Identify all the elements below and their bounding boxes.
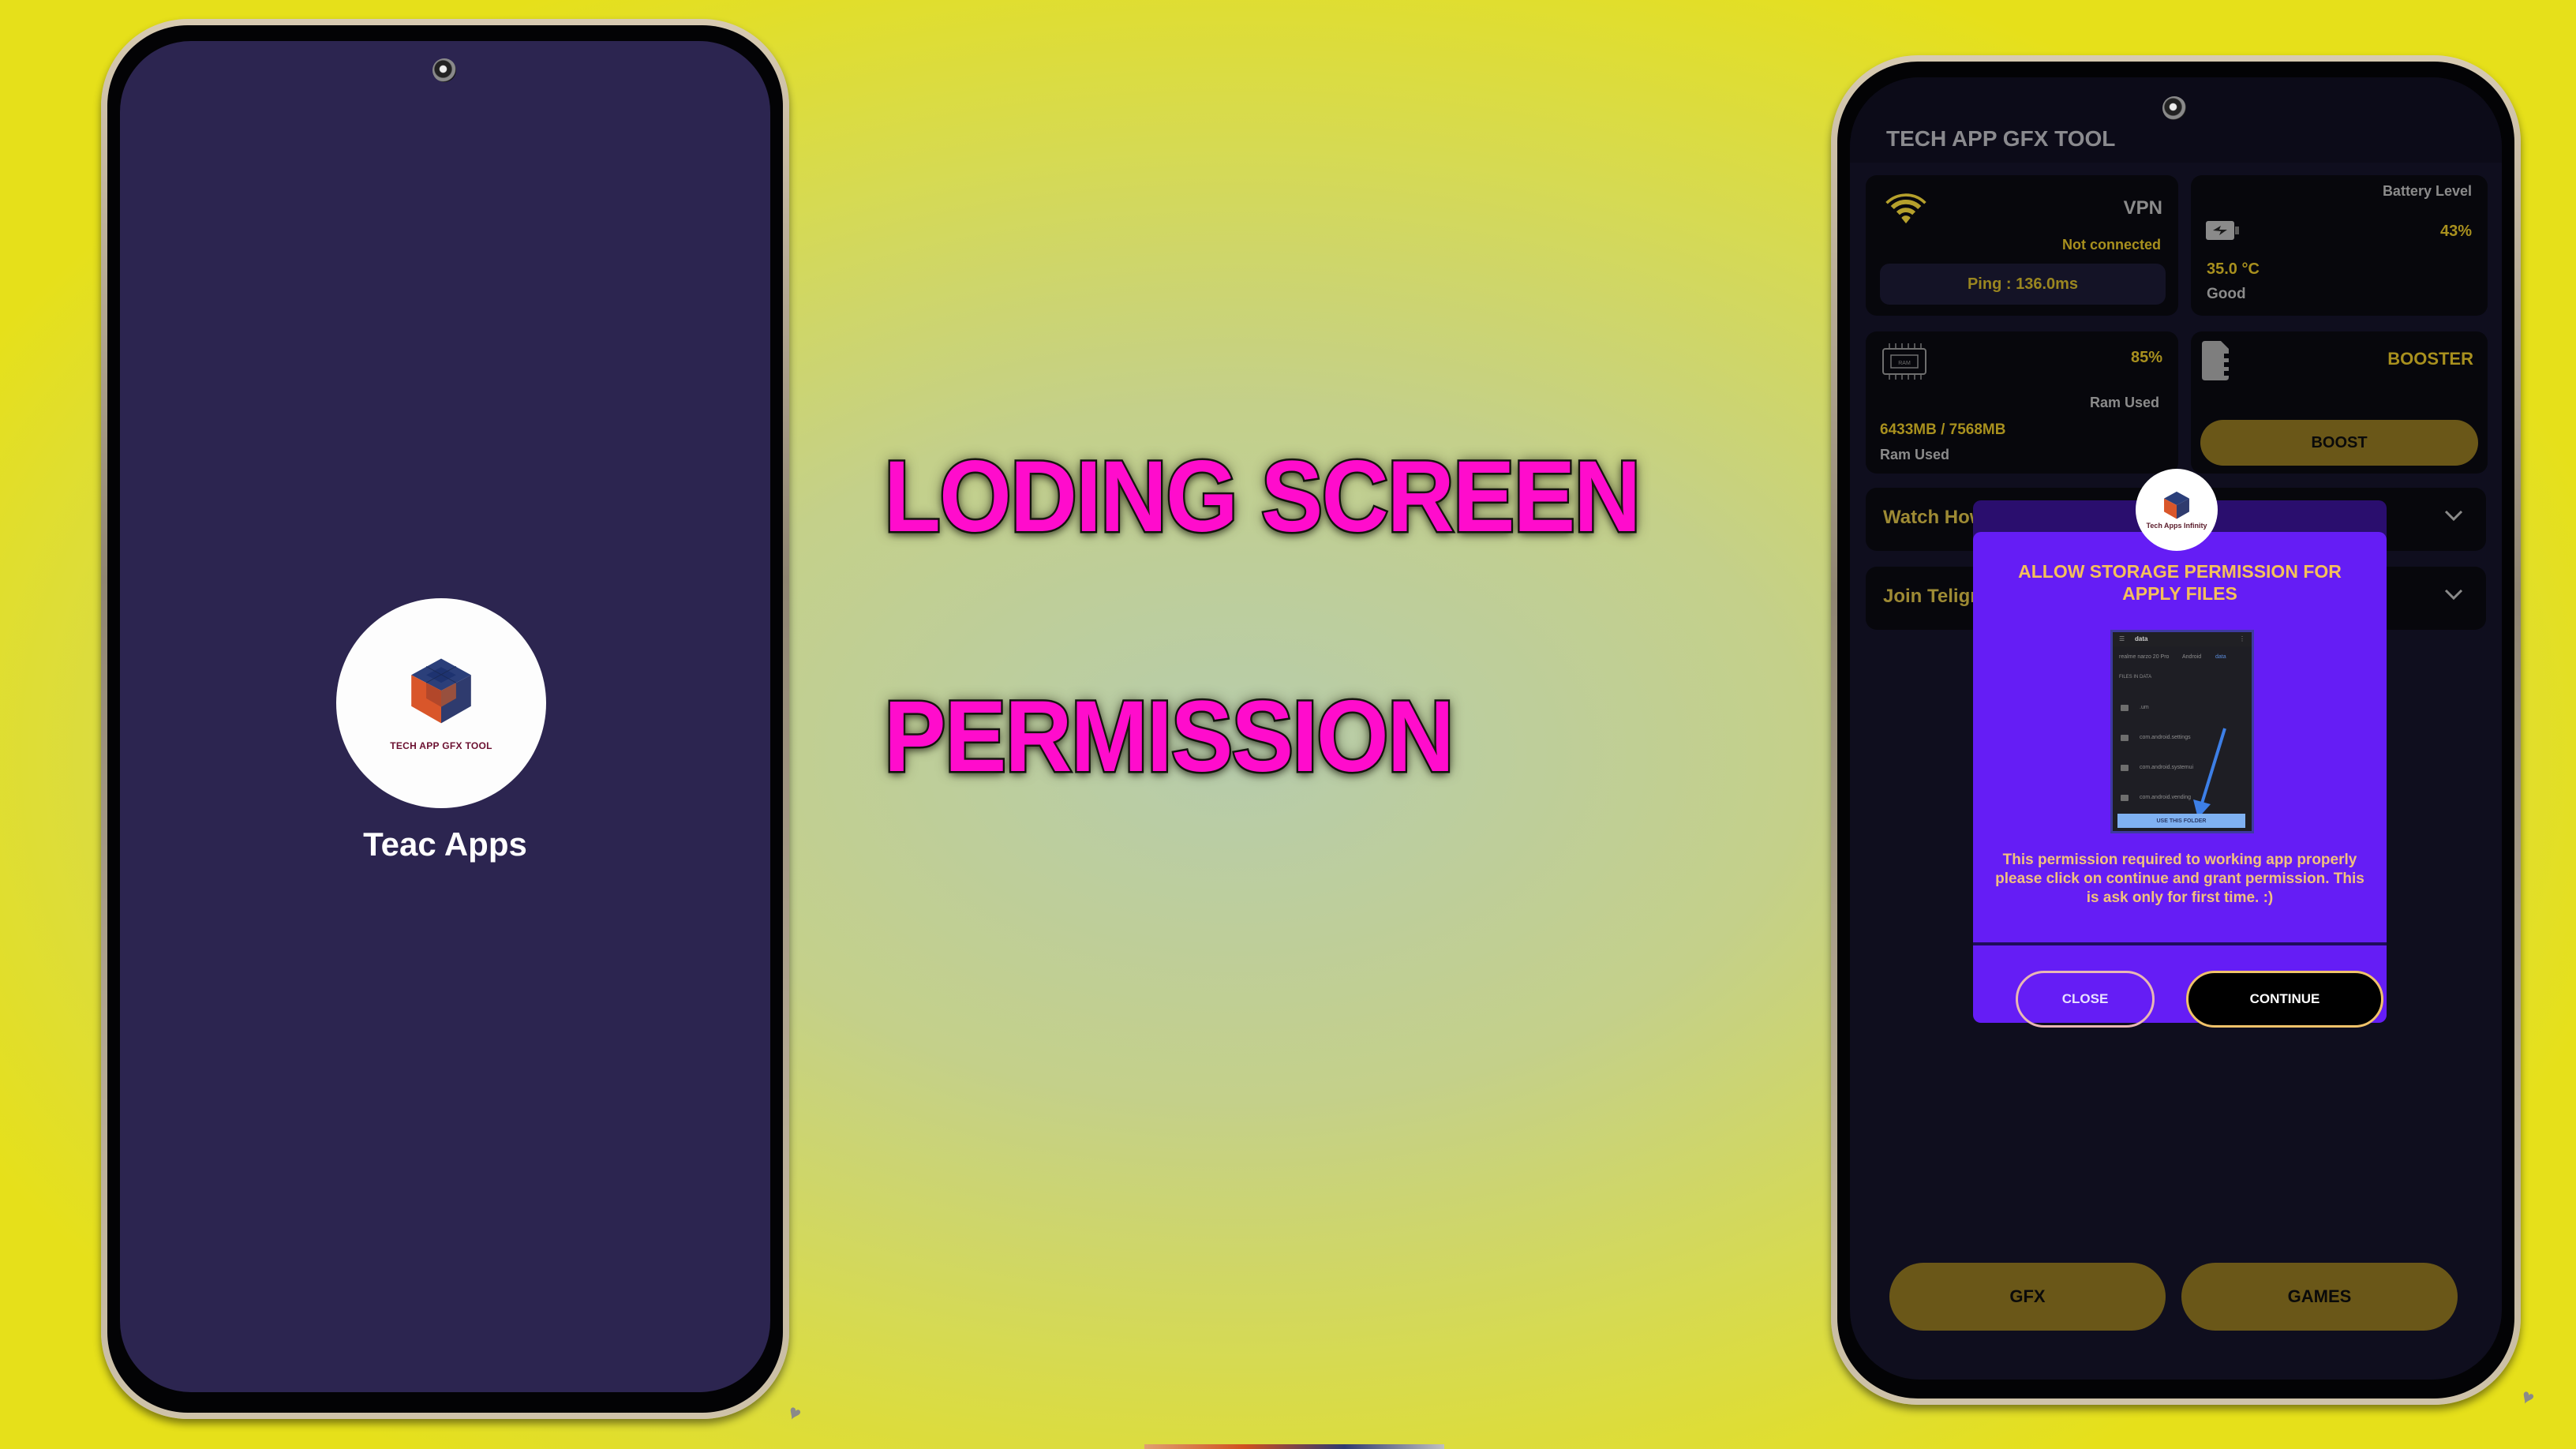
vpn-card[interactable]: VPN Not connected Ping : 136.0ms (1866, 175, 2178, 316)
preview-toolbar: ☰ data ⋮ (2113, 632, 2252, 646)
preview-breadcrumb-0: realme narzo 20 Pro (2119, 654, 2170, 660)
splash-logo: TECH APP GFX TOOL (336, 598, 546, 808)
folder-icon (2121, 765, 2129, 771)
battery-health: Good (2207, 286, 2246, 302)
preview-section-label: FILES IN DATA (2119, 675, 2152, 680)
permission-dialog: ALLOW STORAGE PERMISSION FOR APPLY FILES… (1973, 532, 2387, 1028)
splash-screen: TECH APP GFX TOOL Teac Apps (120, 41, 770, 1392)
continue-button[interactable]: CONTINUE (2186, 971, 2383, 1028)
chevron-down-icon[interactable] (2442, 504, 2466, 527)
ram-usage: 6433MB / 7568MB (1880, 421, 2006, 438)
vpn-status: Not connected (2061, 237, 2161, 253)
permission-screen-phone: TECH APP GFX TOOL VPN Not connected Ping… (1831, 55, 2538, 1410)
watch-how-label: Watch How (1883, 507, 1985, 528)
preview-more-icon: ⋮ (2239, 635, 2245, 642)
preview-breadcrumb-1: Android (2182, 654, 2202, 660)
preview-menu-icon: ☰ (2119, 635, 2125, 642)
vpn-label: VPN (2123, 197, 2162, 219)
booster-label: BOOSTER (2387, 349, 2473, 369)
dialog-logo: Tech Apps Infinity (2136, 469, 2218, 551)
folder-icon (2121, 705, 2129, 711)
heart-icon: ♥ (784, 1399, 805, 1426)
permission-banner: PERMISSION (882, 679, 1456, 796)
join-telegram-label: Join Teligra (1883, 586, 1988, 607)
wifi-icon (1885, 193, 1926, 224)
preview-folder-title: data (2135, 635, 2148, 642)
ram-chip-label: RAM (1898, 361, 1911, 366)
app-screen: TECH APP GFX TOOL VPN Not connected Ping… (1850, 77, 2502, 1380)
sd-card-icon (2202, 341, 2230, 380)
app-title: TECH APP GFX TOOL (1886, 126, 2116, 151)
battery-label: Battery Level (2382, 183, 2472, 199)
splash-app-name: Teac Apps (363, 826, 527, 863)
splash-logo-caption: TECH APP GFX TOOL (390, 740, 492, 751)
battery-card: Battery Level 43% 35.0 °C Good (2191, 175, 2488, 316)
loading-screen-phone: TECH APP GFX TOOL Teac Apps ♥ (101, 19, 805, 1426)
chevron-down-icon[interactable] (2442, 582, 2466, 606)
preview-item: .um (2140, 705, 2149, 710)
booster-card: BOOSTER BOOST (2191, 331, 2488, 474)
battery-charging-icon (2206, 221, 2239, 240)
boost-button[interactable]: BOOST (2200, 420, 2478, 466)
preview-use-folder-button: USE THIS FOLDER (2117, 814, 2245, 828)
dialog-divider (1973, 942, 2387, 945)
ram-used-caption: Ram Used (1880, 447, 1950, 462)
folder-icon (2121, 795, 2129, 801)
battery-percent: 43% (2439, 223, 2472, 240)
front-camera-icon (2162, 96, 2186, 120)
cube-logo-icon (2164, 491, 2189, 519)
ram-percent: 85% (2130, 349, 2162, 366)
battery-temperature: 35.0 °C (2207, 260, 2260, 278)
preview-item: com.android.settings (2140, 735, 2191, 740)
dialog-message: This permission required to working app … (1995, 852, 2364, 906)
ram-card: RAM 85% Ram Used 6433MB / 7568MB Ram Use… (1866, 331, 2178, 474)
bottom-edge-strip (1144, 1444, 1444, 1449)
loading-screen-banner: LODING SCREEN (882, 439, 1643, 556)
gfx-button[interactable]: GFX (1889, 1263, 2166, 1331)
ram-used-label: Ram Used (2089, 395, 2159, 410)
ping-readout: Ping : 136.0ms (1880, 264, 2166, 305)
preview-breadcrumb-2: data (2215, 654, 2226, 660)
folder-picker-preview: ☰ data ⋮ realme narzo 20 Pro Android dat… (2110, 630, 2254, 833)
ram-chip-icon: RAM (1882, 343, 1926, 380)
arrow-pointer-icon (2193, 728, 2226, 818)
games-button[interactable]: GAMES (2181, 1263, 2458, 1331)
folder-icon (2121, 735, 2129, 741)
close-button[interactable]: CLOSE (2016, 971, 2155, 1028)
dialog-title: ALLOW STORAGE PERMISSION FOR APPLY FILES (2018, 561, 2342, 604)
dialog-logo-caption: Tech Apps Infinity (2146, 522, 2207, 530)
cube-logo-icon (411, 658, 471, 724)
front-camera-icon (432, 58, 456, 82)
app-bar: TECH APP GFX TOOL (1850, 77, 2502, 163)
heart-icon: ♥ (2517, 1383, 2538, 1410)
